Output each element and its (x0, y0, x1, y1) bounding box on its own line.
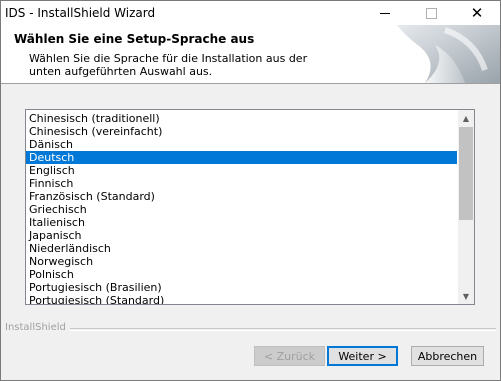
language-item[interactable]: Französisch (Standard) (26, 190, 457, 203)
close-icon: ✕ (470, 3, 484, 22)
maximize-icon (425, 7, 437, 19)
cancel-button[interactable]: Abbrechen (411, 346, 484, 366)
language-item[interactable]: Polnisch (26, 268, 457, 281)
list-scrollbar[interactable]: ▲ ▼ (458, 110, 474, 304)
installshield-brand-label: InstallShield (5, 322, 70, 333)
footer-divider (5, 328, 496, 331)
close-button[interactable]: ✕ (454, 1, 500, 25)
page-description: Wählen Sie die Sprache für die Installat… (29, 52, 308, 78)
next-button[interactable]: Weiter > (327, 346, 398, 366)
language-item[interactable]: Finnisch (26, 177, 457, 190)
back-button[interactable]: < Zurück (254, 346, 325, 366)
page-title: Wählen Sie eine Setup-Sprache aus (14, 32, 255, 46)
language-list: Chinesisch (traditionell) Chinesisch (ver… (26, 112, 457, 304)
maximize-button[interactable] (408, 1, 454, 25)
minimize-icon (380, 12, 390, 14)
language-item-selected[interactable]: Deutsch (26, 151, 457, 164)
language-item[interactable]: Niederländisch (26, 242, 457, 255)
language-listbox[interactable]: Chinesisch (traditionell) Chinesisch (ver… (25, 109, 475, 305)
scroll-thumb[interactable] (459, 127, 473, 220)
scroll-down-arrow-icon[interactable]: ▼ (458, 288, 474, 304)
language-item[interactable]: Chinesisch (vereinfacht) (26, 125, 457, 138)
title-bar[interactable]: IDS - InstallShield Wizard ✕ (1, 1, 500, 25)
language-item[interactable]: Griechisch (26, 203, 457, 216)
language-item[interactable]: Italienisch (26, 216, 457, 229)
scroll-up-arrow-icon[interactable]: ▲ (458, 110, 474, 126)
installshield-wizard-window: IDS - InstallShield Wizard ✕ Wählen Sie … (0, 0, 501, 381)
language-item[interactable]: Norwegisch (26, 255, 457, 268)
installshield-page-curl-icon (385, 25, 500, 83)
language-item[interactable]: Englisch (26, 164, 457, 177)
language-item[interactable]: Chinesisch (traditionell) (26, 112, 457, 125)
language-item[interactable]: Dänisch (26, 138, 457, 151)
language-item[interactable]: Japanisch (26, 229, 457, 242)
window-title: IDS - InstallShield Wizard (5, 6, 156, 20)
header-banner: Wählen Sie eine Setup-Sprache aus Wählen… (1, 25, 500, 84)
language-item[interactable]: Portugiesisch (Standard) (26, 294, 457, 304)
language-item[interactable]: Portugiesisch (Brasilien) (26, 281, 457, 294)
minimize-button[interactable] (362, 1, 408, 25)
